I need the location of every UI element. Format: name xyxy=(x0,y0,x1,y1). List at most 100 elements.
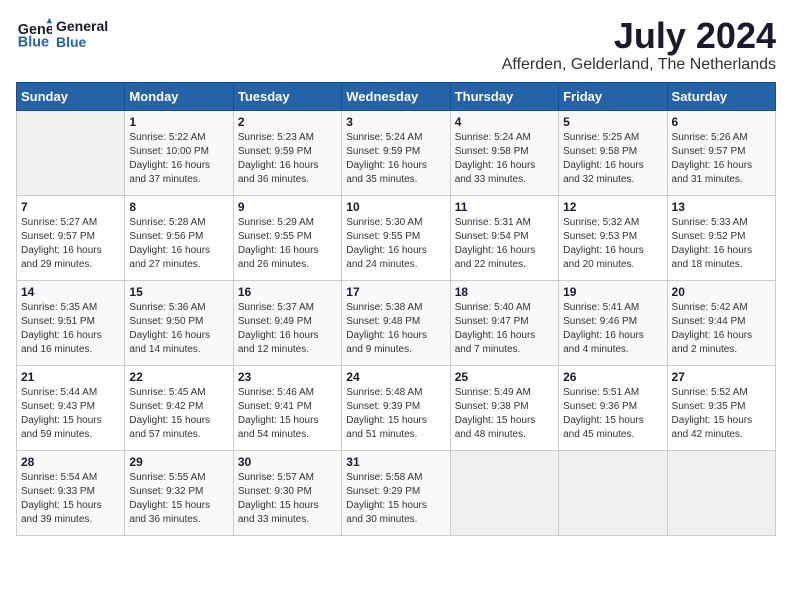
calendar-cell: 19Sunrise: 5:41 AM Sunset: 9:46 PM Dayli… xyxy=(559,280,667,365)
day-info: Sunrise: 5:28 AM Sunset: 9:56 PM Dayligh… xyxy=(129,216,228,272)
day-number: 31 xyxy=(346,455,445,469)
day-info: Sunrise: 5:52 AM Sunset: 9:35 PM Dayligh… xyxy=(672,386,771,442)
calendar-cell: 29 Sunrise: 5:55 AM Sunset: 9:32 PM Dayli… xyxy=(125,450,233,535)
logo-line1: General xyxy=(56,18,108,34)
day-number: 16 xyxy=(238,285,337,299)
day-number: 30 xyxy=(238,455,337,469)
calendar-cell: 26Sunrise: 5:51 AM Sunset: 9:36 PM Dayli… xyxy=(559,365,667,450)
calendar-cell: 5Sunrise: 5:25 AM Sunset: 9:58 PM Daylig… xyxy=(559,110,667,195)
day-number: 12 xyxy=(563,200,662,214)
day-number: 28 xyxy=(21,455,120,469)
svg-text:Blue: Blue xyxy=(18,35,49,51)
calendar-cell: 31 Sunrise: 5:58 AM Sunset: 9:29 PM Dayli… xyxy=(342,450,450,535)
calendar-cell xyxy=(17,110,125,195)
calendar-cell xyxy=(559,450,667,535)
calendar-cell: 21Sunrise: 5:44 AM Sunset: 9:43 PM Dayli… xyxy=(17,365,125,450)
calendar-cell: 24 Sunrise: 5:48 AM Sunset: 9:39 PM Dayli… xyxy=(342,365,450,450)
day-info: Sunrise: 5:38 AM Sunset: 9:48 PM Dayligh… xyxy=(346,301,445,357)
day-info: Sunrise: 5:35 AM Sunset: 9:51 PM Dayligh… xyxy=(21,301,120,357)
day-info: Sunrise: 5:37 AM Sunset: 9:49 PM Dayligh… xyxy=(238,301,337,357)
day-number: 29 xyxy=(129,455,228,469)
day-number: 27 xyxy=(672,370,771,384)
calendar-cell xyxy=(450,450,558,535)
day-number: 22 xyxy=(129,370,228,384)
page-header: General Blue General Blue July 2024 Affe… xyxy=(16,16,776,74)
day-info: Sunrise: 5:48 AM Sunset: 9:39 PM Dayligh… xyxy=(346,386,445,442)
column-header-friday: Friday xyxy=(559,82,667,110)
column-header-wednesday: Wednesday xyxy=(342,82,450,110)
calendar-cell: 8Sunrise: 5:28 AM Sunset: 9:56 PM Daylig… xyxy=(125,195,233,280)
day-info: Sunrise: 5:49 AM Sunset: 9:38 PM Dayligh… xyxy=(455,386,554,442)
day-info: Sunrise: 5:58 AM Sunset: 9:29 PM Dayligh… xyxy=(346,471,445,527)
calendar-cell: 7 Sunrise: 5:27 AM Sunset: 9:57 PM Daylig… xyxy=(17,195,125,280)
calendar-cell: 10Sunrise: 5:30 AM Sunset: 9:55 PM Dayli… xyxy=(342,195,450,280)
logo-icon: General Blue xyxy=(16,16,52,52)
day-info: Sunrise: 5:22 AM Sunset: 10:00 PM Daylig… xyxy=(129,131,228,187)
calendar-week-row: 1 Sunrise: 5:22 AM Sunset: 10:00 PM Dayli… xyxy=(17,110,776,195)
calendar-cell: 30 Sunrise: 5:57 AM Sunset: 9:30 PM Dayli… xyxy=(233,450,341,535)
calendar-cell: 14 Sunrise: 5:35 AM Sunset: 9:51 PM Dayli… xyxy=(17,280,125,365)
day-info: Sunrise: 5:46 AM Sunset: 9:41 PM Dayligh… xyxy=(238,386,337,442)
calendar-cell: 12 Sunrise: 5:32 AM Sunset: 9:53 PM Dayli… xyxy=(559,195,667,280)
day-number: 25 xyxy=(455,370,554,384)
day-info: Sunrise: 5:32 AM Sunset: 9:53 PM Dayligh… xyxy=(563,216,662,272)
title-section: July 2024 Afferden, Gelderland, The Neth… xyxy=(502,16,776,74)
day-number: 10 xyxy=(346,200,445,214)
column-header-tuesday: Tuesday xyxy=(233,82,341,110)
calendar-table: SundayMondayTuesdayWednesdayThursdayFrid… xyxy=(16,82,776,536)
day-number: 23 xyxy=(238,370,337,384)
day-number: 2 xyxy=(238,115,337,129)
day-info: Sunrise: 5:45 AM Sunset: 9:42 PM Dayligh… xyxy=(129,386,228,442)
calendar-week-row: 21Sunrise: 5:44 AM Sunset: 9:43 PM Dayli… xyxy=(17,365,776,450)
day-info: Sunrise: 5:57 AM Sunset: 9:30 PM Dayligh… xyxy=(238,471,337,527)
calendar-cell: 1 Sunrise: 5:22 AM Sunset: 10:00 PM Dayli… xyxy=(125,110,233,195)
day-info: Sunrise: 5:27 AM Sunset: 9:57 PM Dayligh… xyxy=(21,216,120,272)
day-number: 6 xyxy=(672,115,771,129)
day-number: 14 xyxy=(21,285,120,299)
calendar-cell: 4Sunrise: 5:24 AM Sunset: 9:58 PM Daylig… xyxy=(450,110,558,195)
column-header-thursday: Thursday xyxy=(450,82,558,110)
day-info: Sunrise: 5:23 AM Sunset: 9:59 PM Dayligh… xyxy=(238,131,337,187)
day-info: Sunrise: 5:29 AM Sunset: 9:55 PM Dayligh… xyxy=(238,216,337,272)
day-number: 9 xyxy=(238,200,337,214)
day-info: Sunrise: 5:42 AM Sunset: 9:44 PM Dayligh… xyxy=(672,301,771,357)
column-header-sunday: Sunday xyxy=(17,82,125,110)
day-info: Sunrise: 5:41 AM Sunset: 9:46 PM Dayligh… xyxy=(563,301,662,357)
calendar-cell: 27 Sunrise: 5:52 AM Sunset: 9:35 PM Dayli… xyxy=(667,365,775,450)
day-info: Sunrise: 5:25 AM Sunset: 9:58 PM Dayligh… xyxy=(563,131,662,187)
calendar-cell: 13 Sunrise: 5:33 AM Sunset: 9:52 PM Dayli… xyxy=(667,195,775,280)
day-number: 3 xyxy=(346,115,445,129)
calendar-cell: 20Sunrise: 5:42 AM Sunset: 9:44 PM Dayli… xyxy=(667,280,775,365)
calendar-cell: 18 Sunrise: 5:40 AM Sunset: 9:47 PM Dayli… xyxy=(450,280,558,365)
calendar-cell: 23 Sunrise: 5:46 AM Sunset: 9:41 PM Dayli… xyxy=(233,365,341,450)
day-number: 17 xyxy=(346,285,445,299)
day-info: Sunrise: 5:33 AM Sunset: 9:52 PM Dayligh… xyxy=(672,216,771,272)
calendar-cell: 3Sunrise: 5:24 AM Sunset: 9:59 PM Daylig… xyxy=(342,110,450,195)
column-header-saturday: Saturday xyxy=(667,82,775,110)
location-subtitle: Afferden, Gelderland, The Netherlands xyxy=(502,56,776,74)
day-info: Sunrise: 5:24 AM Sunset: 9:58 PM Dayligh… xyxy=(455,131,554,187)
day-number: 1 xyxy=(129,115,228,129)
calendar-week-row: 7 Sunrise: 5:27 AM Sunset: 9:57 PM Daylig… xyxy=(17,195,776,280)
day-info: Sunrise: 5:26 AM Sunset: 9:57 PM Dayligh… xyxy=(672,131,771,187)
day-number: 13 xyxy=(672,200,771,214)
logo: General Blue General Blue xyxy=(16,16,108,52)
day-info: Sunrise: 5:31 AM Sunset: 9:54 PM Dayligh… xyxy=(455,216,554,272)
calendar-cell: 22 Sunrise: 5:45 AM Sunset: 9:42 PM Dayli… xyxy=(125,365,233,450)
calendar-cell: 15Sunrise: 5:36 AM Sunset: 9:50 PM Dayli… xyxy=(125,280,233,365)
calendar-cell: 28 Sunrise: 5:54 AM Sunset: 9:33 PM Dayli… xyxy=(17,450,125,535)
day-number: 24 xyxy=(346,370,445,384)
logo-line2: Blue xyxy=(56,34,108,50)
day-info: Sunrise: 5:55 AM Sunset: 9:32 PM Dayligh… xyxy=(129,471,228,527)
calendar-cell: 9 Sunrise: 5:29 AM Sunset: 9:55 PM Daylig… xyxy=(233,195,341,280)
column-header-monday: Monday xyxy=(125,82,233,110)
day-number: 15 xyxy=(129,285,228,299)
day-number: 7 xyxy=(21,200,120,214)
day-info: Sunrise: 5:44 AM Sunset: 9:43 PM Dayligh… xyxy=(21,386,120,442)
day-info: Sunrise: 5:40 AM Sunset: 9:47 PM Dayligh… xyxy=(455,301,554,357)
calendar-cell xyxy=(667,450,775,535)
day-number: 18 xyxy=(455,285,554,299)
calendar-week-row: 14 Sunrise: 5:35 AM Sunset: 9:51 PM Dayli… xyxy=(17,280,776,365)
calendar-cell: 17 Sunrise: 5:38 AM Sunset: 9:48 PM Dayli… xyxy=(342,280,450,365)
day-info: Sunrise: 5:54 AM Sunset: 9:33 PM Dayligh… xyxy=(21,471,120,527)
